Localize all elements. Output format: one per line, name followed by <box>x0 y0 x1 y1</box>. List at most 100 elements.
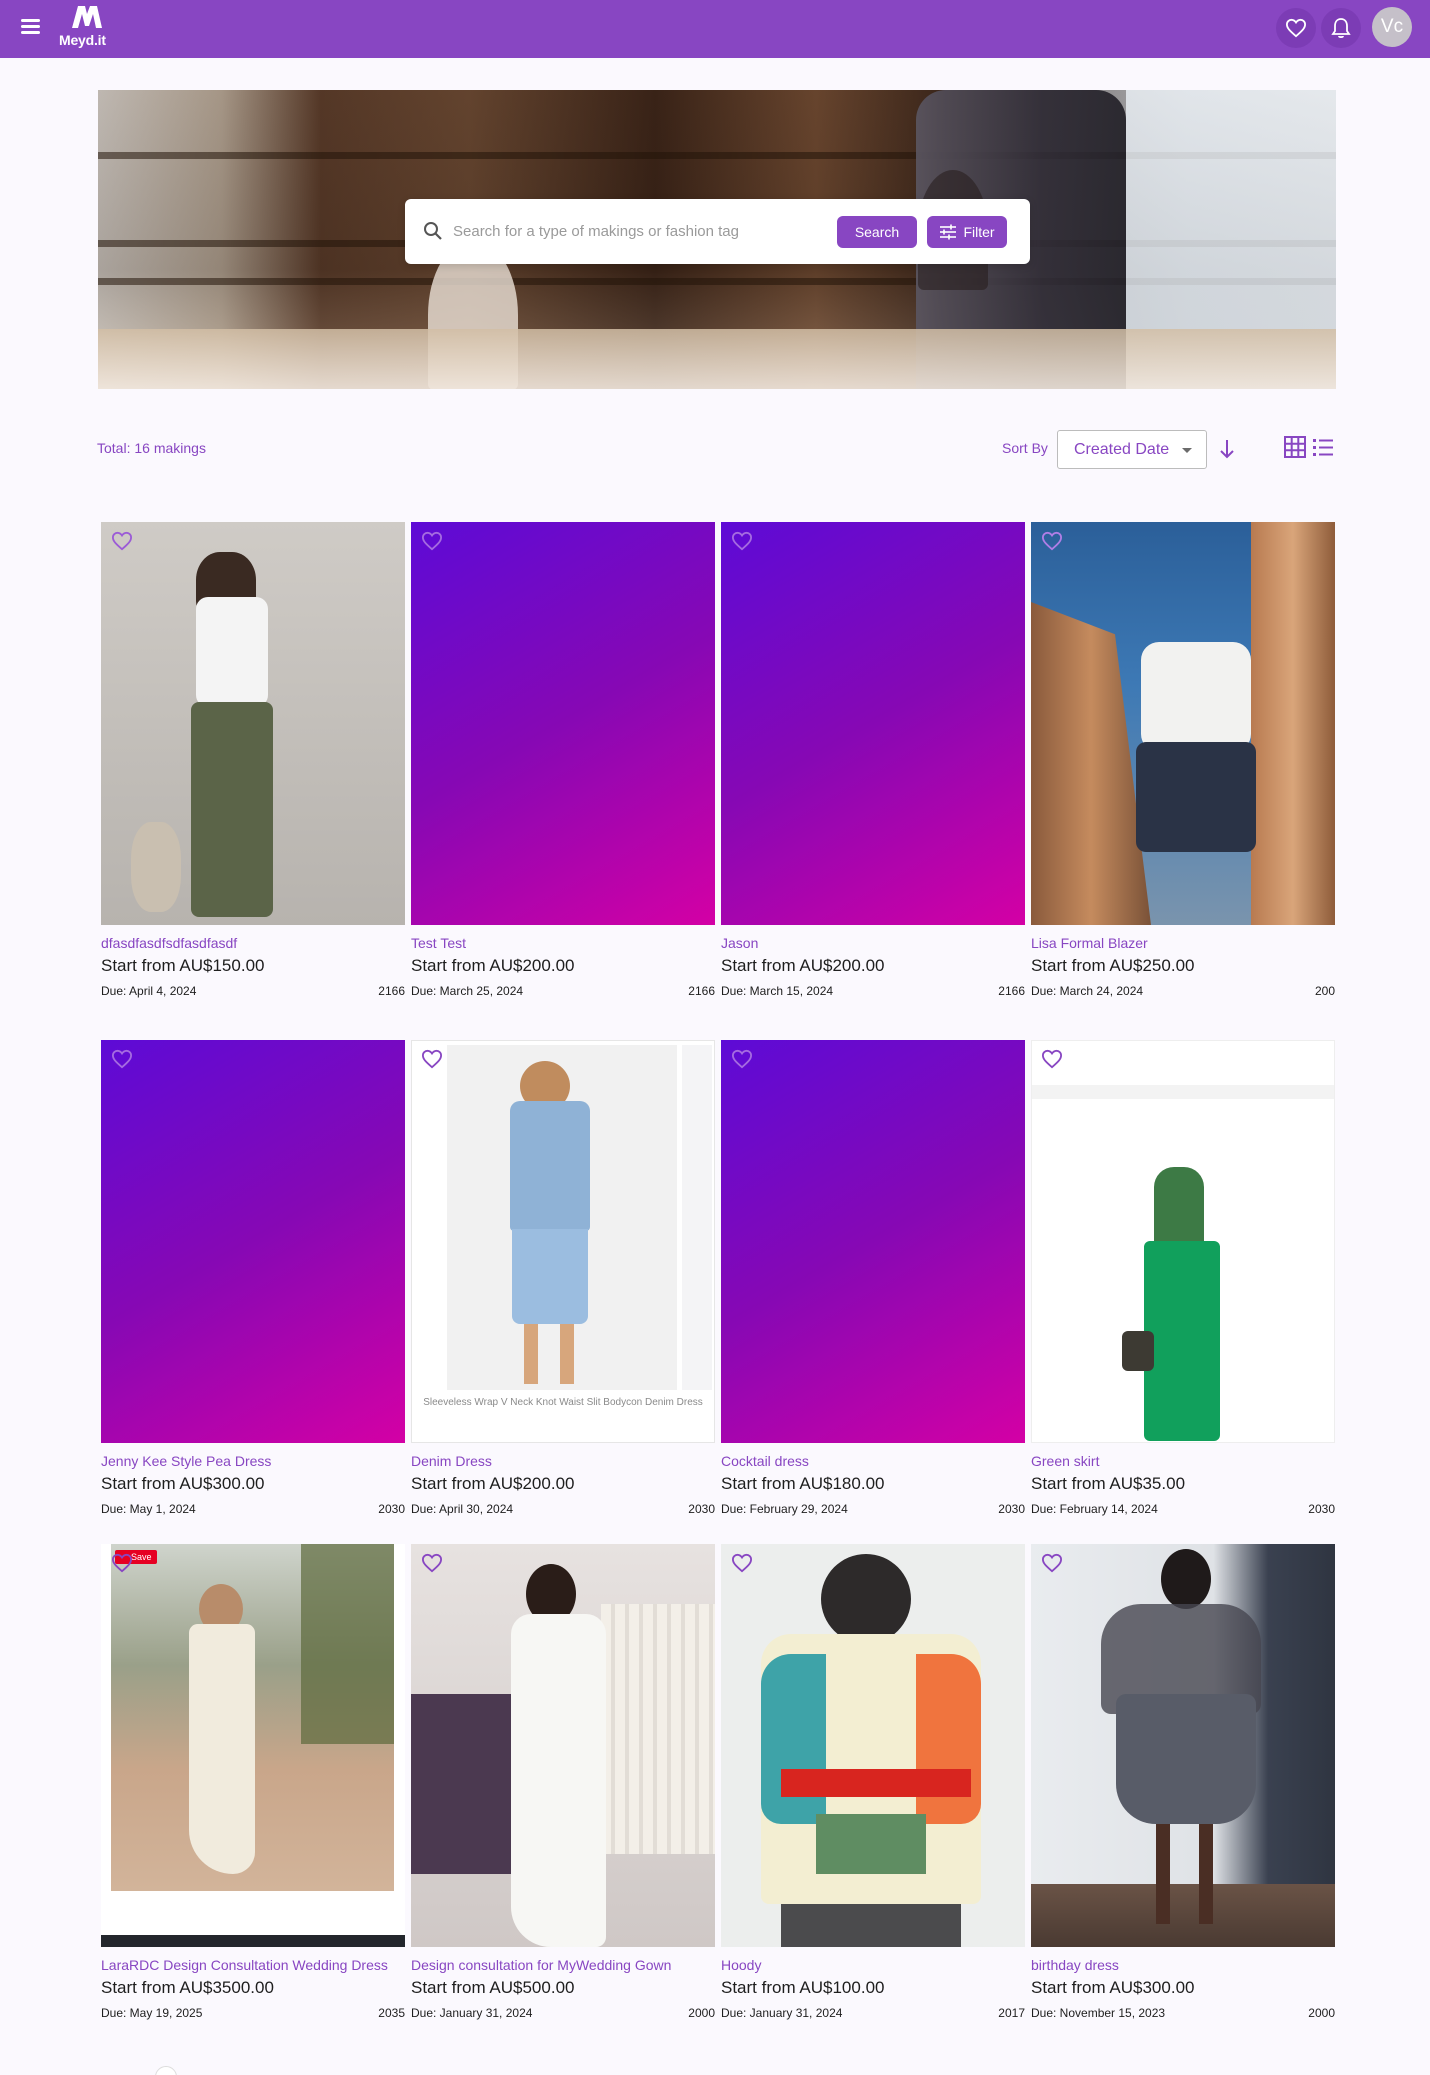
photo-detail <box>821 1554 911 1644</box>
product-name[interactable]: dfasdfasdfsdfasdfasdf <box>101 935 237 951</box>
filter-button[interactable]: Filter <box>927 216 1007 248</box>
product-name[interactable]: Jason <box>721 935 758 951</box>
pagination-button[interactable] <box>155 2066 177 2075</box>
logo[interactable]: Meyd.it <box>59 4 119 54</box>
photo-detail <box>189 1624 255 1874</box>
search-button[interactable]: Search <box>837 216 917 248</box>
product-name[interactable]: Test Test <box>411 935 466 951</box>
photo-detail <box>1032 1085 1334 1099</box>
favorite-heart-icon[interactable] <box>111 531 133 551</box>
product-image[interactable] <box>1031 1040 1335 1443</box>
product-count: 2030 <box>1308 1502 1335 1516</box>
favorites-button[interactable] <box>1276 8 1316 48</box>
product-due-date: Due: May 19, 2025 <box>101 2006 203 2020</box>
product-name[interactable]: Green skirt <box>1031 1453 1099 1469</box>
search-icon <box>424 222 442 240</box>
favorite-heart-icon[interactable] <box>731 1049 753 1069</box>
product-image[interactable]: Save <box>101 1544 405 1947</box>
filter-icon <box>940 224 957 240</box>
favorite-heart-icon[interactable] <box>421 1553 443 1573</box>
photo-detail <box>1161 1549 1211 1609</box>
photo-detail <box>1136 742 1256 852</box>
arrow-down-icon[interactable] <box>1217 436 1237 462</box>
product-image[interactable] <box>411 1544 715 1947</box>
photo-detail <box>131 822 181 912</box>
search-input[interactable] <box>453 217 823 245</box>
photo-detail <box>1199 1824 1213 1924</box>
photo-detail <box>510 1101 590 1231</box>
product-image[interactable] <box>1031 522 1335 925</box>
product-due-date: Due: March 15, 2024 <box>721 984 834 998</box>
product-image[interactable] <box>1031 1544 1335 1947</box>
product-image-placeholder[interactable] <box>721 1040 1025 1443</box>
top-app-bar: Meyd.it Vc <box>0 0 1430 58</box>
photo-detail <box>601 1604 715 1854</box>
image-caption: Sleeveless Wrap V Neck Knot Waist Slit B… <box>423 1397 703 1408</box>
product-count: 2035 <box>378 2006 405 2020</box>
photo-detail <box>512 1229 588 1324</box>
photo-detail <box>916 1654 981 1824</box>
product-image-placeholder[interactable] <box>411 522 715 925</box>
photo-detail <box>1122 1331 1154 1371</box>
product-name[interactable]: Design consultation for MyWedding Gown <box>411 1957 671 1973</box>
photo-detail <box>816 1814 926 1874</box>
product-price: Start from AU$200.00 <box>721 956 885 975</box>
avatar[interactable]: Vc <box>1372 7 1412 47</box>
favorite-heart-icon[interactable] <box>421 1049 443 1069</box>
favorite-heart-icon[interactable] <box>421 531 443 551</box>
favorite-heart-icon[interactable] <box>111 1553 133 1573</box>
notifications-button[interactable] <box>1321 8 1361 48</box>
product-price: Start from AU$180.00 <box>721 1474 885 1493</box>
sort-select[interactable]: Created Date <box>1057 430 1207 469</box>
product-price: Start from AU$200.00 <box>411 956 575 975</box>
product-count: 200 <box>1314 984 1335 998</box>
product-count: 2030 <box>378 1502 405 1516</box>
product-image[interactable] <box>101 522 405 925</box>
list-view-icon[interactable] <box>1312 436 1334 458</box>
photo-detail <box>1154 1167 1204 1247</box>
photo-detail <box>1116 1694 1256 1824</box>
chevron-down-icon <box>1182 448 1192 453</box>
favorite-heart-icon[interactable] <box>1041 531 1063 551</box>
photo-detail <box>301 1544 394 1744</box>
photo-detail <box>1031 1884 1335 1947</box>
product-name[interactable]: Denim Dress <box>411 1453 492 1469</box>
favorite-heart-icon[interactable] <box>1041 1049 1063 1069</box>
product-due-date: Due: March 25, 2024 <box>411 984 524 998</box>
logo-mark-icon <box>72 6 102 28</box>
favorite-heart-icon[interactable] <box>731 1553 753 1573</box>
product-price: Start from AU$150.00 <box>101 956 265 975</box>
product-name[interactable]: Lisa Formal Blazer <box>1031 935 1148 951</box>
search-bar: Search Filter <box>405 199 1030 264</box>
favorite-heart-icon[interactable] <box>1041 1553 1063 1573</box>
heart-icon <box>1285 18 1307 38</box>
product-count: 2017 <box>998 2006 1025 2020</box>
grid-view-icon[interactable] <box>1284 436 1306 458</box>
logo-text: Meyd.it <box>59 32 106 48</box>
product-count: 2166 <box>998 984 1025 998</box>
hero-table <box>98 329 1336 389</box>
product-price: Start from AU$3500.00 <box>101 1978 274 1997</box>
product-name[interactable]: LaraRDC Design Consultation Wedding Dres… <box>101 1957 388 1973</box>
product-name[interactable]: Hoody <box>721 1957 761 1973</box>
photo-detail <box>196 597 268 707</box>
product-image[interactable] <box>721 1544 1025 1947</box>
product-image-placeholder[interactable] <box>101 1040 405 1443</box>
product-count: 2030 <box>998 1502 1025 1516</box>
product-name[interactable]: Jenny Kee Style Pea Dress <box>101 1453 271 1469</box>
product-price: Start from AU$250.00 <box>1031 956 1195 975</box>
product-count: 2000 <box>1308 2006 1335 2020</box>
product-image[interactable]: Sleeveless Wrap V Neck Knot Waist Slit B… <box>411 1040 715 1443</box>
photo-detail <box>191 702 273 917</box>
favorite-heart-icon[interactable] <box>731 531 753 551</box>
product-name[interactable]: Cocktail dress <box>721 1453 809 1469</box>
photo-detail <box>682 1045 712 1390</box>
product-count: 2030 <box>688 1502 715 1516</box>
photo-detail <box>1141 642 1251 752</box>
product-due-date: Due: November 15, 2023 <box>1031 2006 1166 2020</box>
menu-icon[interactable] <box>21 16 43 36</box>
photo-detail <box>1031 602 1151 925</box>
favorite-heart-icon[interactable] <box>111 1049 133 1069</box>
product-image-placeholder[interactable] <box>721 522 1025 925</box>
product-name[interactable]: birthday dress <box>1031 1957 1119 1973</box>
